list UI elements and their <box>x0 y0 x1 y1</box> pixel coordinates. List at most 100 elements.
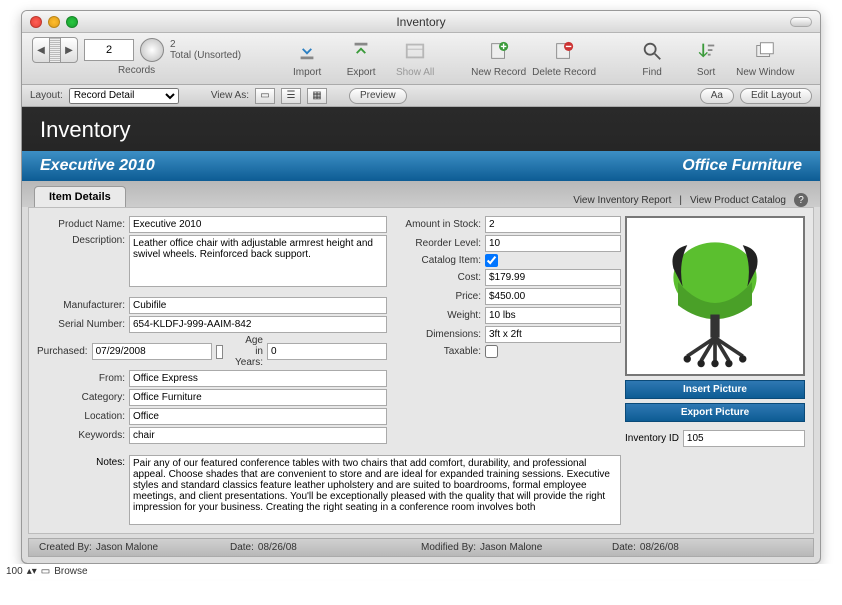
edit-layout-button[interactable]: Edit Layout <box>740 88 812 104</box>
layout-bar: Layout: Record Detail View As: ▭ ☰ ▦ Pre… <box>22 85 820 107</box>
view-table-icon[interactable]: ▦ <box>307 88 327 104</box>
record-number-input[interactable] <box>84 39 134 61</box>
zoom-icon[interactable] <box>66 16 78 28</box>
notes-label: Notes: <box>37 455 125 468</box>
record-footer: Created By: Jason Malone Date: 08/26/08 Mo… <box>28 538 814 557</box>
export-picture-button[interactable]: Export Picture <box>625 403 805 422</box>
keywords-input[interactable] <box>129 427 387 444</box>
modified-date-value: 08/26/08 <box>640 542 679 553</box>
record-category-title: Office Furniture <box>682 157 802 175</box>
content-area: Inventory Executive 2010 Office Furnitur… <box>22 107 820 563</box>
tab-item-details[interactable]: Item Details <box>34 186 126 207</box>
view-list-icon[interactable]: ☰ <box>281 88 301 104</box>
zoom-level[interactable]: 100 <box>6 566 23 577</box>
app-window: Inventory ◀ ▶ 2 Total (Unsorted) Records <box>21 10 821 564</box>
amount-in-stock-input[interactable] <box>485 216 621 233</box>
sort-icon[interactable] <box>692 37 720 65</box>
inventory-id-input[interactable] <box>683 430 805 447</box>
from-label: From: <box>37 373 125 384</box>
view-product-catalog-link[interactable]: View Product Catalog <box>690 195 786 206</box>
amount-in-stock-label: Amount in Stock: <box>391 219 481 230</box>
export-icon[interactable] <box>347 37 375 65</box>
new-record-label: New Record <box>471 67 526 78</box>
prev-record-button[interactable]: ◀ <box>32 37 50 63</box>
inventory-id-label: Inventory ID <box>625 433 679 444</box>
description-label: Description: <box>37 235 125 246</box>
product-image[interactable] <box>625 216 805 376</box>
status-mode: Browse <box>54 566 87 577</box>
cost-label: Cost: <box>391 272 481 283</box>
record-stepper: ◀ ▶ <box>32 37 78 63</box>
layout-select[interactable]: Record Detail <box>69 88 179 104</box>
dimensions-input[interactable] <box>485 326 621 343</box>
purchased-input[interactable] <box>92 343 212 360</box>
taxable-label: Taxable: <box>391 346 481 357</box>
notes-input[interactable]: Pair any of our featured conference tabl… <box>129 455 621 525</box>
import-label: Import <box>293 67 321 78</box>
cost-input[interactable] <box>485 269 621 286</box>
form-body: Product Name: Description:Leather office… <box>28 207 814 534</box>
modified-by-value: Jason Malone <box>480 542 542 553</box>
view-form-icon[interactable]: ▭ <box>255 88 275 104</box>
next-record-button[interactable]: ▶ <box>60 37 78 63</box>
new-window-label: New Window <box>736 67 794 78</box>
product-name-input[interactable] <box>129 216 387 233</box>
record-dial-icon[interactable] <box>140 38 164 62</box>
new-record-icon[interactable] <box>485 37 513 65</box>
weight-label: Weight: <box>391 310 481 321</box>
view-inventory-report-link[interactable]: View Inventory Report <box>573 195 671 206</box>
age-label: Age in Years: <box>235 335 263 368</box>
from-input[interactable] <box>129 370 387 387</box>
created-by-value: Jason Malone <box>96 542 158 553</box>
created-date-value: 08/26/08 <box>258 542 297 553</box>
location-input[interactable] <box>129 408 387 425</box>
price-input[interactable] <box>485 288 621 305</box>
col-left: Product Name: Description:Leather office… <box>37 216 387 447</box>
location-label: Location: <box>37 411 125 422</box>
minimize-icon[interactable] <box>48 16 60 28</box>
record-total-status: Total (Unsorted) <box>170 50 241 61</box>
stepper-grip-icon[interactable] <box>50 37 60 63</box>
taxable-checkbox[interactable] <box>485 345 498 358</box>
status-bar: 100 ▴▾ ▭ Browse <box>0 564 842 579</box>
serial-number-input[interactable] <box>129 316 387 333</box>
preview-button[interactable]: Preview <box>349 88 407 104</box>
description-input[interactable]: Leather office chair with adjustable arm… <box>129 235 387 287</box>
show-all-icon[interactable] <box>401 37 429 65</box>
zoom-stepper-icon[interactable]: ▴▾ <box>27 566 37 577</box>
modified-date-label: Date: <box>612 542 636 553</box>
export-label: Export <box>347 67 376 78</box>
delete-record-label: Delete Record <box>532 67 596 78</box>
record-title: Executive 2010 <box>40 157 155 175</box>
notes-row: Notes: Pair any of our featured conferen… <box>37 455 621 525</box>
new-window-icon[interactable] <box>751 37 779 65</box>
catalog-item-checkbox[interactable] <box>485 254 498 267</box>
category-label: Category: <box>37 392 125 403</box>
format-button[interactable]: Aa <box>700 88 734 104</box>
close-icon[interactable] <box>30 16 42 28</box>
reorder-level-input[interactable] <box>485 235 621 252</box>
manufacturer-input[interactable] <box>129 297 387 314</box>
category-input[interactable] <box>129 389 387 406</box>
toolbar-pill-icon[interactable] <box>790 17 812 27</box>
age-input[interactable] <box>267 343 387 360</box>
manufacturer-label: Manufacturer: <box>37 300 125 311</box>
page-title: Inventory <box>22 107 820 151</box>
dimensions-label: Dimensions: <box>391 329 481 340</box>
created-by-label: Created By: <box>39 542 92 553</box>
insert-picture-button[interactable]: Insert Picture <box>625 380 805 399</box>
find-icon[interactable] <box>638 37 666 65</box>
calendar-icon[interactable] <box>216 345 223 359</box>
weight-input[interactable] <box>485 307 621 324</box>
help-icon[interactable]: ? <box>794 193 808 207</box>
layout-label: Layout: <box>30 90 63 101</box>
find-label: Find <box>642 67 661 78</box>
reorder-level-label: Reorder Level: <box>391 238 481 249</box>
modified-by-label: Modified By: <box>421 542 476 553</box>
import-icon[interactable] <box>293 37 321 65</box>
delete-record-icon[interactable] <box>550 37 578 65</box>
tab-row: Item Details View Inventory Report | Vie… <box>22 181 820 207</box>
serial-number-label: Serial Number: <box>37 319 125 330</box>
status-mode-icon[interactable]: ▭ <box>41 566 50 577</box>
view-as-label: View As: <box>211 90 249 101</box>
